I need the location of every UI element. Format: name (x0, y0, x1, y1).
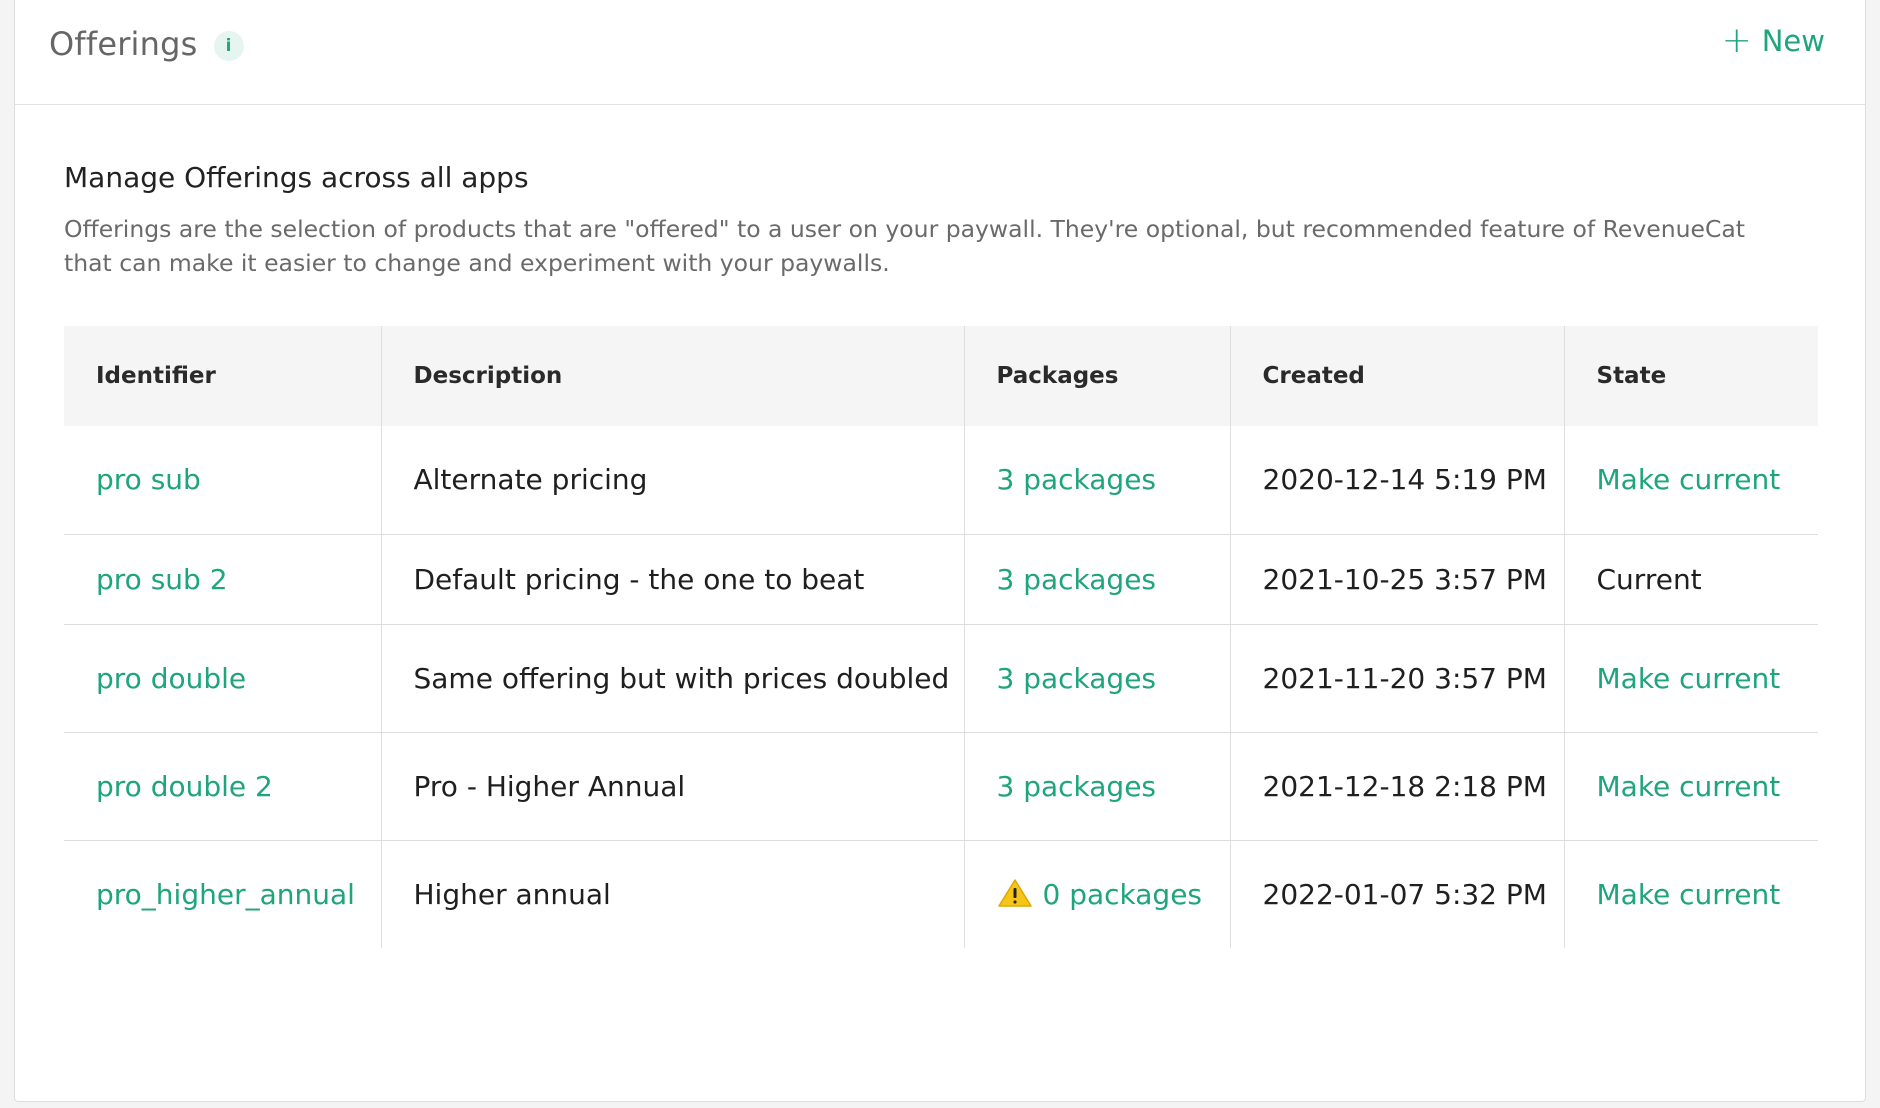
table-row: pro double 2 Pro - Higher Annual 3 packa… (64, 732, 1818, 841)
table-row: pro double Same offering but with prices… (64, 624, 1818, 733)
section-title: Manage Offerings across all apps (64, 161, 529, 194)
column-header-description: Description (381, 326, 965, 426)
offering-description: Alternate pricing (413, 463, 648, 497)
offering-identifier-link[interactable]: pro sub (96, 463, 201, 496)
packages-link[interactable]: 3 packages (997, 770, 1157, 803)
offering-identifier-link[interactable]: pro sub 2 (96, 563, 228, 596)
column-header-packages: Packages (964, 326, 1231, 426)
column-header-created: Created (1230, 326, 1565, 426)
table-row: pro sub 2 Default pricing - the one to b… (64, 534, 1818, 625)
make-current-button[interactable]: Make current (1597, 662, 1781, 695)
created-date: 2022-01-07 5:32 PM (1262, 877, 1547, 911)
current-state-label: Current (1596, 562, 1702, 596)
packages-link[interactable]: 3 packages (997, 563, 1157, 596)
make-current-button[interactable]: Make current (1597, 878, 1781, 911)
offering-identifier-link[interactable]: pro double (96, 662, 246, 695)
offering-identifier-link[interactable]: pro_higher_annual (96, 878, 355, 911)
offering-description: Higher annual (413, 877, 611, 911)
table-row: pro sub Alternate pricing 3 packages 202… (64, 426, 1818, 535)
card-body: Manage Offerings across all apps Offerin… (15, 105, 1865, 280)
new-button-label: New (1761, 24, 1825, 58)
packages-link[interactable]: 3 packages (997, 662, 1157, 695)
column-header-state: State (1564, 326, 1818, 426)
created-date: 2021-10-25 3:57 PM (1262, 562, 1547, 596)
plus-icon: + (1721, 20, 1752, 61)
section-description: Offerings are the selection of products … (64, 215, 1745, 277)
created-date: 2021-11-20 3:57 PM (1262, 661, 1547, 695)
packages-link[interactable]: 3 packages (997, 463, 1157, 496)
offering-identifier-link[interactable]: pro double 2 (96, 770, 273, 803)
warning-icon (997, 879, 1032, 907)
offering-description: Pro - Higher Annual (413, 769, 686, 803)
new-offering-button[interactable]: + New (1722, 23, 1825, 59)
make-current-button[interactable]: Make current (1597, 463, 1781, 496)
offering-description: Default pricing - the one to beat (413, 562, 865, 596)
packages-link[interactable]: 0 packages (1043, 878, 1203, 911)
offering-description: Same offering but with prices doubled (413, 661, 950, 695)
make-current-button[interactable]: Make current (1597, 770, 1781, 803)
offerings-card: Offerings i + New Manage Offerings acros… (14, 0, 1866, 1102)
created-date: 2021-12-18 2:18 PM (1262, 769, 1547, 803)
table-header-row: Identifier Description Packages Created … (64, 326, 1818, 426)
table-row: pro_higher_annual Higher annual 0 packag… (64, 840, 1818, 948)
column-header-identifier: Identifier (64, 326, 382, 426)
card-header: Offerings i + New (15, 0, 1865, 105)
created-date: 2020-12-14 5:19 PM (1262, 463, 1547, 497)
info-icon[interactable]: i (213, 30, 244, 61)
offerings-table: Identifier Description Packages Created … (64, 326, 1818, 948)
page-title: Offerings (49, 24, 198, 63)
